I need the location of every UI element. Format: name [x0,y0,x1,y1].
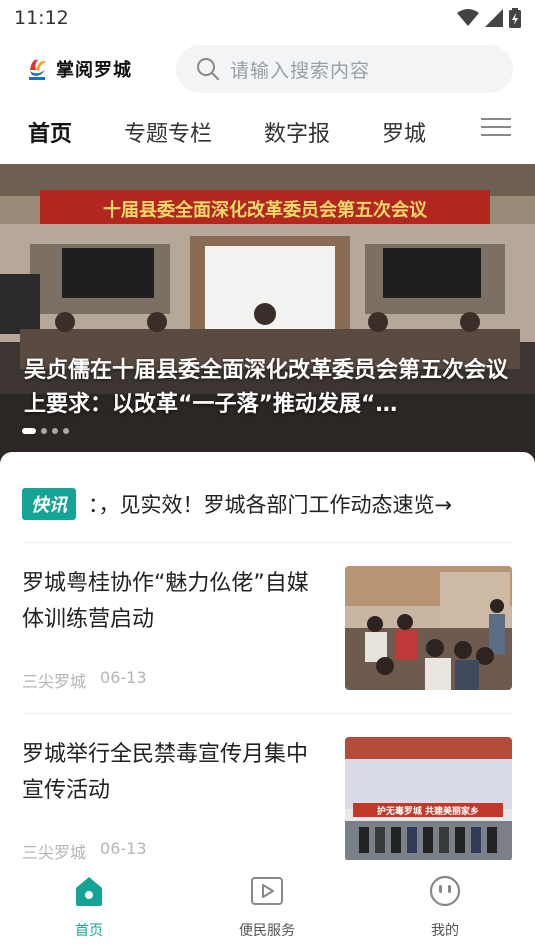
bottom-nav-profile-label: 我的 [431,923,459,939]
divider [22,713,512,714]
channel-menu-icon[interactable] [481,118,511,144]
news-item[interactable]: 罗城粤桂协作“魅力仫佬”自媒体训练营启动 三尖罗城 06-13 [22,566,512,692]
news-date: 06-13 [100,668,147,687]
status-bar: 11:12 [0,0,535,36]
play-icon [251,877,283,905]
bottom-nav-services[interactable]: 便民服务 [178,860,356,951]
flash-badge: 快讯 [22,488,76,520]
carousel-dot [63,428,69,434]
app-header: 掌阅罗城 请输入搜索内容 [0,40,535,98]
divider [22,542,512,543]
tab-special-topics[interactable]: 专题专栏 [124,116,212,148]
bottom-nav-profile[interactable]: 我的 [356,860,534,951]
status-icons [457,8,521,28]
carousel-dot [41,428,47,434]
news-item[interactable]: 罗城举行全民禁毒宣传月集中宣传活动 三尖罗城 06-13 护无毒罗城 共建美丽家… [22,737,512,863]
bottom-nav: 首页 便民服务 我的 [0,860,535,951]
news-title[interactable]: 罗城举行全民禁毒宣传月集中宣传活动 [22,737,322,809]
news-thumbnail[interactable]: 护无毒罗城 共建美丽家乡 [345,737,512,861]
news-title[interactable]: 罗城粤桂协作“魅力仫佬”自媒体训练营启动 [22,566,322,638]
hero-carousel[interactable]: 十届县委全面深化改革委员会第五次会议 吴贞儒在十届县委全面深化改革委员会第五次会… [0,164,535,464]
news-thumbnail[interactable] [345,566,512,690]
flash-text[interactable]: ：，见实效！罗城各部门工作动态速览→ [88,489,502,519]
nav-tabs: 首页 专题专栏 数字报 罗城 [0,104,535,160]
news-source: 三尖罗城 [22,672,87,691]
bottom-nav-home[interactable]: 首页 [0,860,178,951]
hero-title[interactable]: 吴贞儒在十届县委全面深化改革委员会第五次会议上要求：以改革“一子落”推动发展“… [24,354,519,422]
bottom-nav-services-label: 便民服务 [239,923,295,939]
tab-luocheng[interactable]: 罗城 [382,116,426,148]
thumbnail-banner-text: 护无毒罗城 共建美丽家乡 [377,805,479,817]
search-input[interactable]: 请输入搜索内容 [176,45,513,93]
tab-home[interactable]: 首页 [28,116,72,148]
status-time: 11:12 [14,7,69,29]
app-logo[interactable]: 掌阅罗城 [26,56,176,82]
tab-digital-paper[interactable]: 数字报 [264,116,330,148]
news-meta: 三尖罗城 06-13 [22,668,147,692]
carousel-indicator [22,428,69,434]
wifi-icon [457,9,479,26]
flash-news[interactable]: 快讯 ：，见实效！罗城各部门工作动态速览→ [22,486,512,522]
bottom-nav-home-label: 首页 [75,923,103,939]
hero-banner-text: 十届县委全面深化改革委员会第五次会议 [103,199,428,221]
signal-icon [485,9,503,27]
logo-icon [29,59,46,80]
carousel-dot [52,428,58,434]
face-icon [429,875,461,907]
search-placeholder: 请输入搜索内容 [230,59,371,82]
home-icon [76,877,102,906]
search-icon [197,58,219,80]
app-name: 掌阅罗城 [56,60,132,81]
carousel-dot [22,428,36,434]
battery-icon [509,8,521,28]
news-feed: 快讯 ：，见实效！罗城各部门工作动态速览→ 罗城粤桂协作“魅力仫佬”自媒体训练营… [0,452,535,872]
